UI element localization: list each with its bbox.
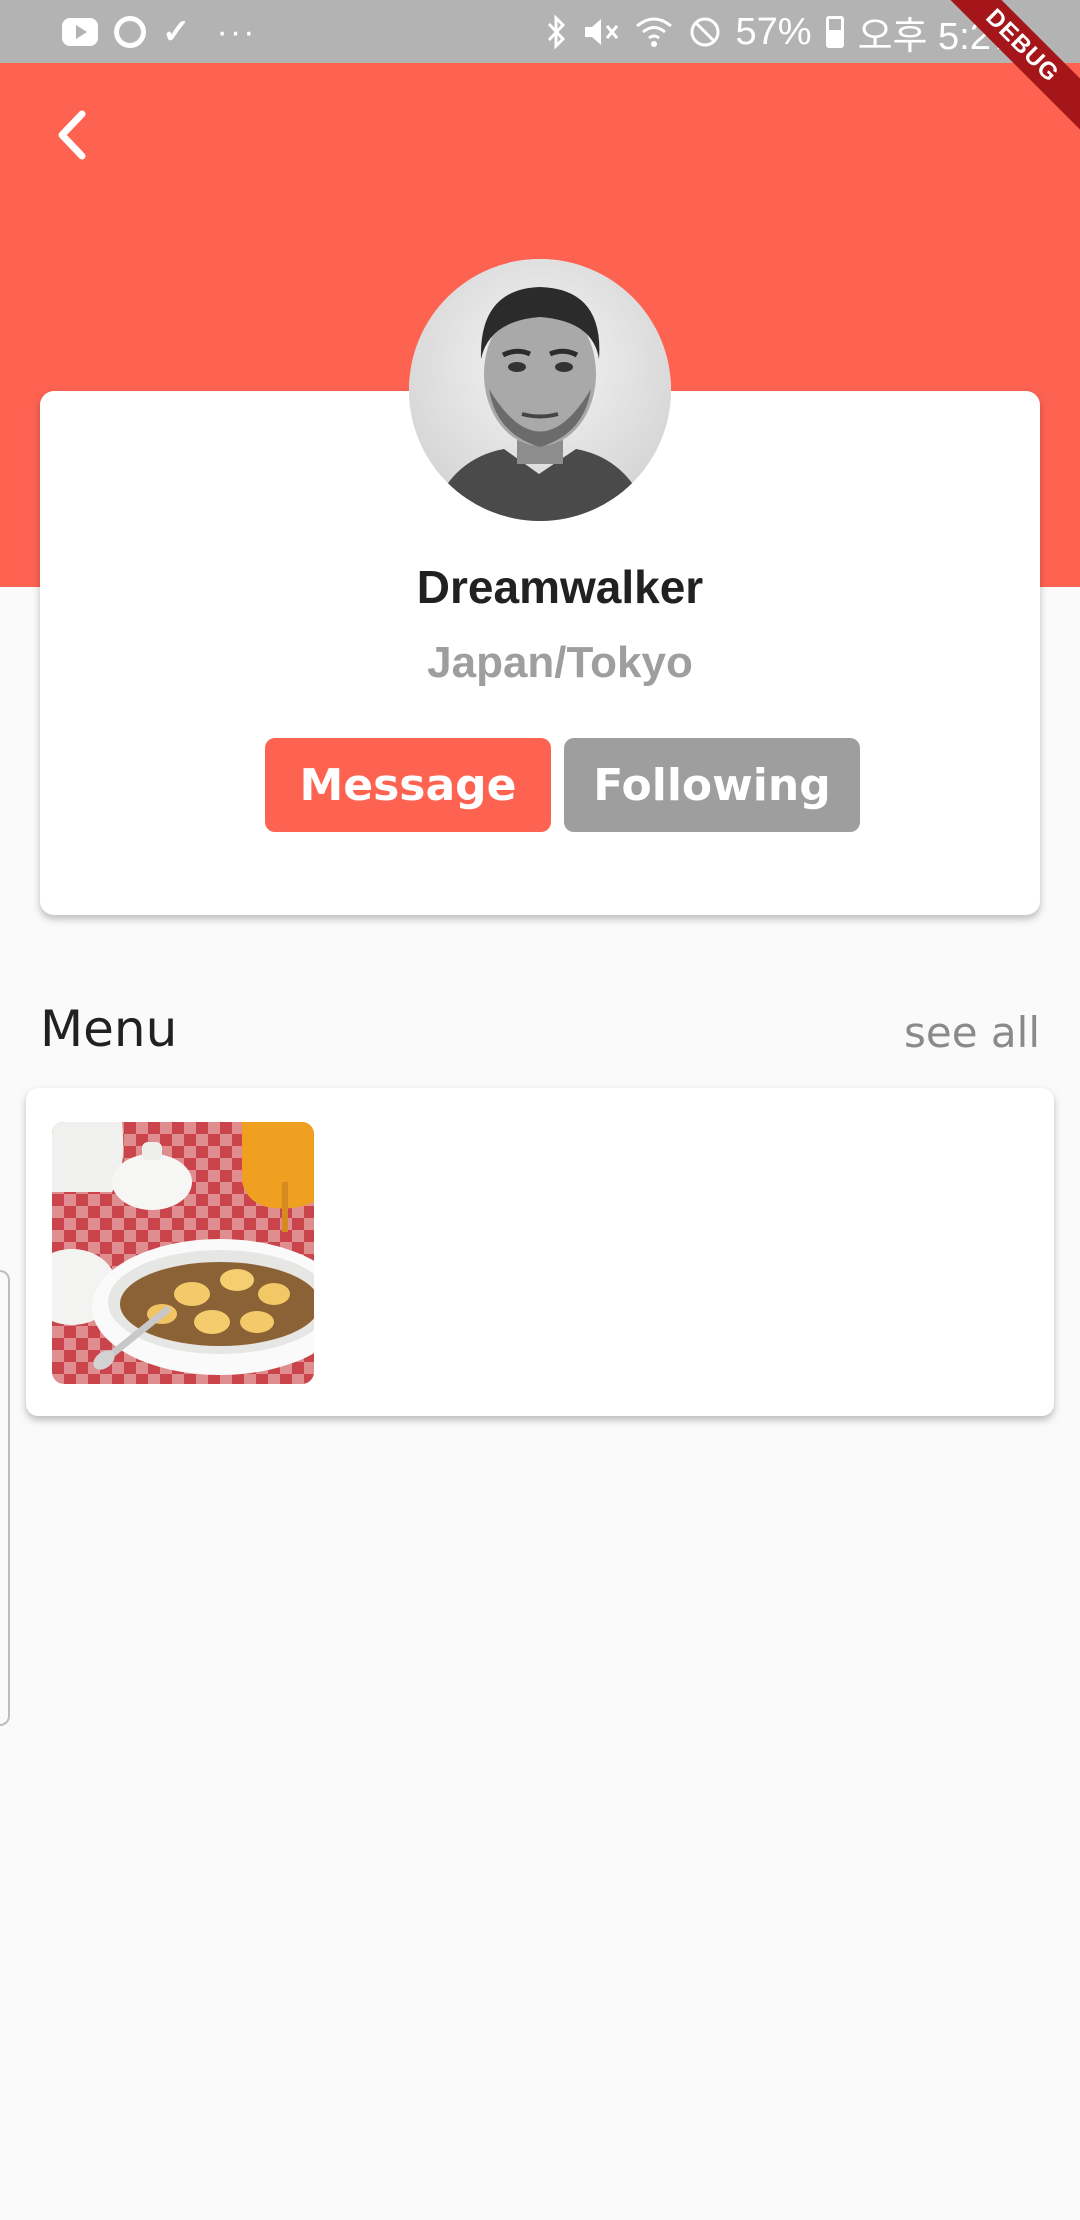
status-bar: ✓ ··· 57% 오후 5:27 — [0, 0, 1080, 63]
menu-card — [26, 1088, 1054, 1416]
youtube-icon — [62, 18, 98, 46]
profile-name: Dreamwalker — [416, 561, 704, 613]
status-right-icons: 57% 오후 5:27 — [544, 8, 1012, 58]
menu-section-title: Menu — [40, 1000, 178, 1058]
profile-photo — [409, 259, 671, 521]
message-button[interactable]: Message — [265, 738, 551, 832]
more-dots-icon: ··· — [216, 13, 257, 51]
app-icon — [114, 16, 146, 48]
see-all-link[interactable]: see all — [904, 1008, 1040, 1057]
bluetooth-icon — [547, 15, 565, 49]
no-disturb-icon — [690, 17, 719, 47]
mute-icon — [584, 19, 618, 45]
check-icon: ✓ — [162, 13, 191, 51]
avatar[interactable] — [409, 259, 671, 521]
following-button[interactable]: Following — [564, 738, 860, 832]
status-left-icons: ✓ ··· — [62, 12, 256, 52]
wifi-icon — [635, 17, 672, 47]
back-button[interactable] — [40, 100, 110, 170]
profile-location: Japan/Tokyo — [427, 638, 693, 687]
chevron-left-icon — [58, 110, 86, 160]
battery-icon — [825, 16, 844, 48]
cereal-bowl-image — [52, 1122, 314, 1384]
menu-item-thumbnail[interactable] — [52, 1122, 314, 1384]
edge-panel-handle[interactable] — [0, 1270, 10, 1726]
battery-percent: 57% — [735, 10, 812, 53]
